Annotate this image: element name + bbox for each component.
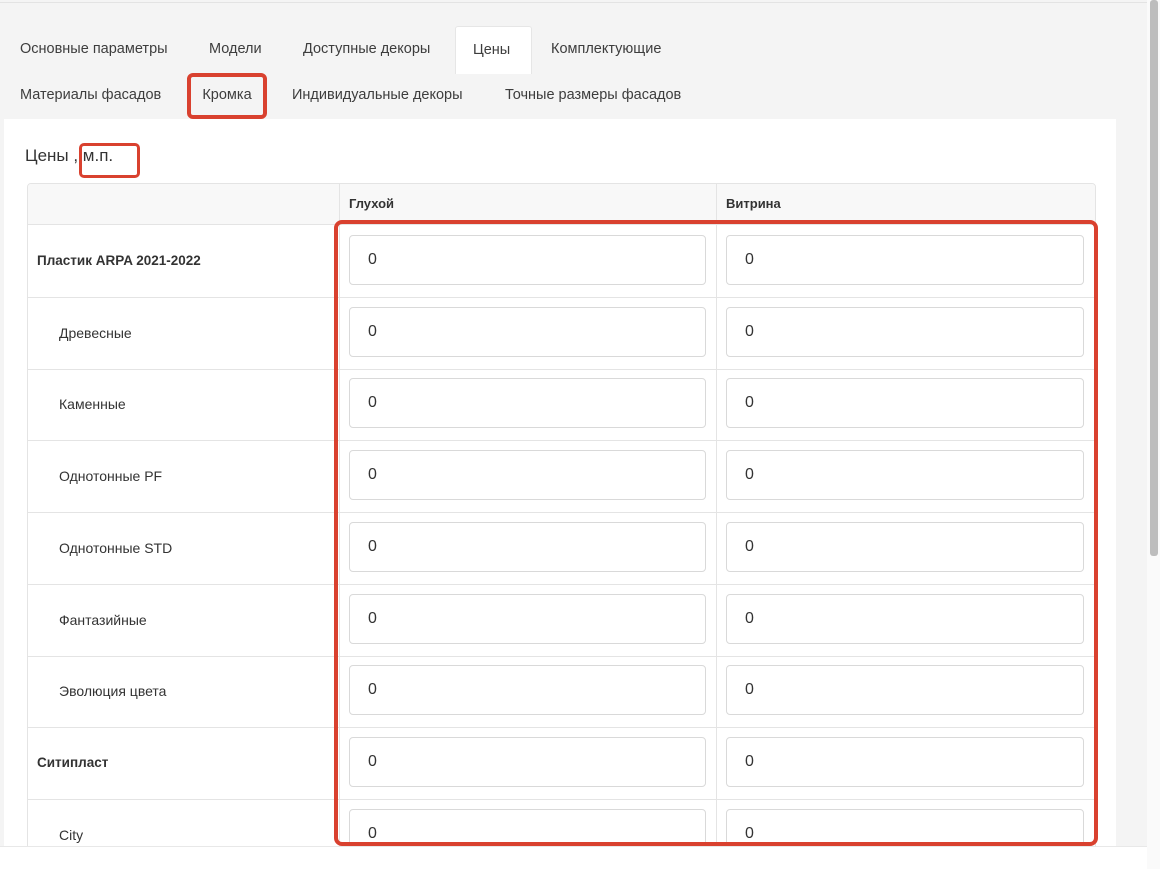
table-row: Эволюция цвета: [28, 655, 1095, 728]
tab-basic-params[interactable]: Основные параметры: [3, 26, 185, 72]
scrollbar[interactable]: [1147, 0, 1160, 869]
price-input-blind[interactable]: [349, 594, 706, 644]
table-row: Ситипласт: [28, 727, 1095, 800]
tab-edge[interactable]: Кромка: [189, 72, 265, 118]
price-input-showcase[interactable]: [726, 235, 1084, 285]
tab-components[interactable]: Комплектующие: [534, 26, 678, 72]
table-header: Глухой Витрина: [28, 184, 1095, 225]
price-input-blind[interactable]: [349, 307, 706, 357]
header-showcase: Витрина: [726, 196, 781, 211]
tab-individual-decors[interactable]: Индивидуальные декоры: [275, 72, 480, 118]
table-row: City: [28, 799, 1095, 846]
table-row: Однотонные STD: [28, 512, 1095, 585]
price-input-blind[interactable]: [349, 378, 706, 428]
price-input-showcase[interactable]: [726, 522, 1084, 572]
price-input-blind[interactable]: [349, 522, 706, 572]
table-row: Древесные: [28, 297, 1095, 370]
row-label: Однотонные STD: [59, 540, 173, 556]
row-label: City: [59, 827, 84, 843]
row-label: Фантазийные: [59, 612, 147, 628]
bottom-strip: [0, 846, 1147, 870]
row-label: Пластик ARPA 2021-2022: [37, 253, 201, 268]
row-label: Древесные: [59, 325, 132, 341]
price-input-showcase[interactable]: [726, 594, 1084, 644]
price-input-blind[interactable]: [349, 235, 706, 285]
price-input-showcase[interactable]: [726, 378, 1084, 428]
row-label: Эволюция цвета: [59, 683, 167, 699]
top-divider: [0, 2, 1147, 3]
price-input-blind[interactable]: [349, 450, 706, 500]
price-input-showcase[interactable]: [726, 665, 1084, 715]
row-label: Однотонные PF: [59, 468, 163, 484]
scrollbar-thumb[interactable]: [1150, 0, 1158, 556]
table-row: Каменные: [28, 368, 1095, 441]
row-label: Ситипласт: [37, 755, 109, 770]
price-input-showcase[interactable]: [726, 737, 1084, 787]
table-row: Пластик ARPA 2021-2022: [28, 225, 1095, 298]
tab-models[interactable]: Модели: [192, 26, 279, 72]
row-label: Каменные: [59, 396, 126, 412]
price-input-blind[interactable]: [349, 737, 706, 787]
page-viewport: Основные параметры Модели Доступные деко…: [0, 0, 1147, 846]
table-row: Однотонные PF: [28, 440, 1095, 513]
price-input-showcase[interactable]: [726, 809, 1084, 846]
table-row: Фантазийные: [28, 584, 1095, 657]
tab-facade-materials[interactable]: Материалы фасадов: [3, 72, 178, 118]
price-input-blind[interactable]: [349, 809, 706, 846]
price-input-showcase[interactable]: [726, 450, 1084, 500]
prices-table: Глухой Витрина Пластик ARPA 2021-2022 Др…: [27, 183, 1096, 846]
section-title: Цены , м.п.: [25, 146, 114, 165]
price-input-showcase[interactable]: [726, 307, 1084, 357]
tab-exact-facade-sizes[interactable]: Точные размеры фасадов: [488, 72, 698, 118]
tab-prices[interactable]: Цены: [455, 26, 532, 74]
tab-available-decors[interactable]: Доступные декоры: [286, 26, 447, 72]
header-blind: Глухой: [349, 196, 395, 211]
price-input-blind[interactable]: [349, 665, 706, 715]
